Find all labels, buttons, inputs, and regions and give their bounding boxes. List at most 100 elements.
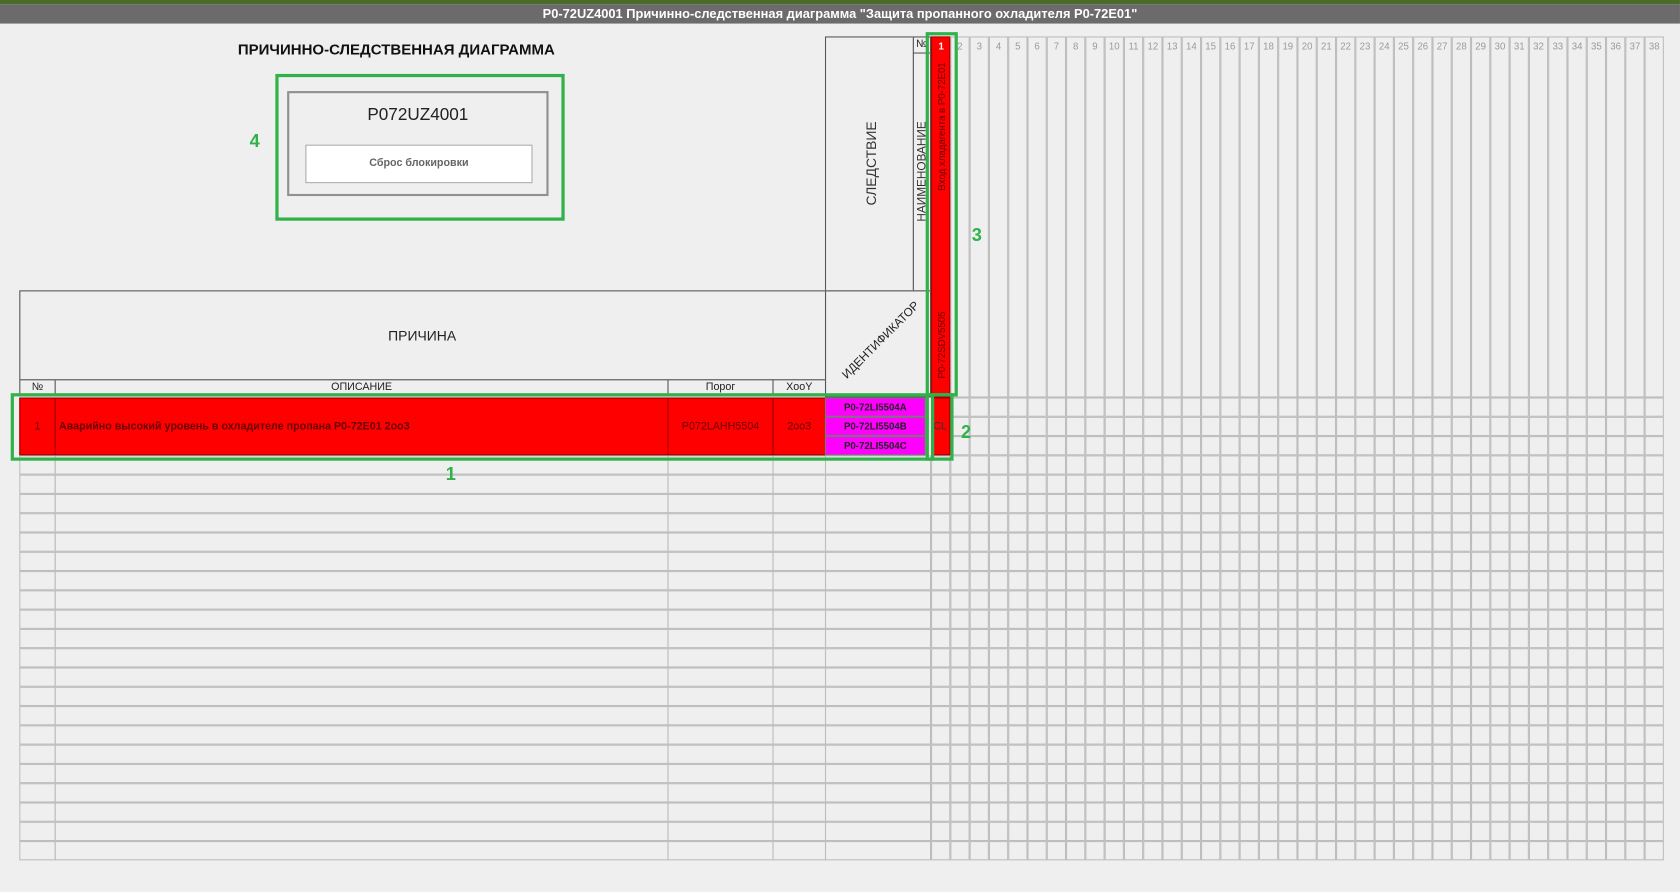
matrix-cell[interactable] [1239, 493, 1259, 514]
matrix-cell[interactable] [1451, 667, 1472, 687]
matrix-cell[interactable] [1085, 763, 1105, 784]
matrix-cell[interactable] [1201, 474, 1221, 494]
matrix-cell[interactable] [988, 841, 1009, 861]
effect-column-header-cell[interactable] [1528, 36, 1549, 398]
matrix-cell[interactable] [1201, 513, 1221, 533]
matrix-cell[interactable] [1181, 667, 1202, 687]
matrix-cell[interactable] [1123, 763, 1144, 784]
matrix-cell[interactable] [1567, 686, 1587, 707]
matrix-cell[interactable] [1567, 609, 1587, 629]
matrix-cell[interactable] [1297, 590, 1317, 610]
matrix-cell[interactable] [988, 513, 1009, 533]
matrix-cell[interactable] [1123, 590, 1144, 610]
matrix-cell[interactable] [1239, 397, 1259, 417]
matrix-cell[interactable] [1027, 841, 1047, 861]
matrix-cell[interactable] [1258, 590, 1279, 610]
matrix-cell[interactable] [969, 474, 989, 494]
matrix-cell[interactable] [1143, 397, 1163, 417]
matrix-cell[interactable] [1316, 783, 1337, 803]
matrix-cell[interactable] [1586, 455, 1607, 475]
matrix-cell[interactable] [1066, 551, 1086, 572]
matrix-cell[interactable] [1336, 571, 1356, 591]
matrix-cell[interactable] [1066, 436, 1086, 456]
matrix-cell[interactable] [1451, 493, 1472, 514]
matrix-cell[interactable] [950, 706, 970, 726]
matrix-cell[interactable] [988, 474, 1009, 494]
matrix-cell[interactable] [1143, 783, 1163, 803]
matrix-cell[interactable] [1509, 744, 1529, 764]
matrix-cell[interactable] [1355, 416, 1375, 437]
matrix-cell[interactable] [931, 686, 951, 707]
matrix-cell[interactable] [1548, 821, 1568, 842]
matrix-cell[interactable] [1143, 513, 1163, 533]
matrix-cell[interactable] [1374, 783, 1394, 803]
effect-column-header-cell[interactable] [969, 36, 989, 398]
matrix-cell[interactable] [1451, 416, 1472, 437]
matrix-cell[interactable] [1008, 474, 1028, 494]
matrix-cell[interactable] [1181, 397, 1202, 417]
matrix-cell[interactable] [1316, 628, 1337, 649]
matrix-cell[interactable] [1027, 628, 1047, 649]
matrix-cell[interactable] [1528, 436, 1549, 456]
matrix-cell[interactable] [1316, 667, 1337, 687]
matrix-cell[interactable] [1143, 474, 1163, 494]
matrix-cell[interactable] [1490, 648, 1510, 668]
matrix-cell[interactable] [1528, 667, 1549, 687]
matrix-cell[interactable] [1644, 436, 1664, 456]
matrix-cell[interactable] [1432, 590, 1452, 610]
matrix-cell[interactable] [1548, 648, 1568, 668]
matrix-cell[interactable] [1606, 609, 1626, 629]
matrix-cell[interactable] [1278, 841, 1298, 861]
matrix-cell[interactable] [1258, 609, 1279, 629]
matrix-cell[interactable] [1567, 474, 1587, 494]
matrix-cell[interactable] [1027, 763, 1047, 784]
matrix-cell[interactable] [1316, 493, 1337, 514]
matrix-cell[interactable] [1201, 706, 1221, 726]
effect-column-header-cell[interactable] [1162, 36, 1182, 398]
matrix-cell[interactable] [1490, 821, 1510, 842]
matrix-cell[interactable] [1085, 609, 1105, 629]
matrix-cell[interactable] [1123, 513, 1144, 533]
effect-column-header-cell[interactable] [1490, 36, 1510, 398]
matrix-cell[interactable] [1162, 648, 1182, 668]
matrix-cell[interactable] [1490, 590, 1510, 610]
matrix-cell[interactable] [1471, 397, 1491, 417]
matrix-cell[interactable] [1258, 455, 1279, 475]
matrix-cell[interactable] [1355, 744, 1375, 764]
matrix-cell[interactable] [1316, 744, 1337, 764]
matrix-cell[interactable] [988, 686, 1009, 707]
matrix-cell[interactable] [1548, 455, 1568, 475]
matrix-cell[interactable] [931, 571, 951, 591]
matrix-cell[interactable] [1008, 436, 1028, 456]
matrix-cell[interactable] [1162, 628, 1182, 649]
matrix-cell[interactable] [969, 763, 989, 784]
matrix-cell[interactable] [1046, 802, 1067, 822]
matrix-cell[interactable] [988, 628, 1009, 649]
matrix-cell[interactable] [1046, 763, 1067, 784]
matrix-cell[interactable] [1316, 763, 1337, 784]
matrix-cell[interactable] [1008, 725, 1028, 745]
matrix-cell[interactable] [1104, 436, 1124, 456]
matrix-cell[interactable] [1374, 609, 1394, 629]
matrix-cell[interactable] [1393, 474, 1414, 494]
matrix-cell[interactable] [1123, 397, 1144, 417]
matrix-cell[interactable] [1297, 725, 1317, 745]
matrix-cell[interactable] [950, 783, 970, 803]
matrix-cell[interactable] [1432, 609, 1452, 629]
matrix-cell[interactable] [1181, 686, 1202, 707]
matrix-cell[interactable] [1586, 532, 1607, 552]
matrix-cell[interactable] [1220, 744, 1240, 764]
matrix-cell[interactable] [1066, 628, 1086, 649]
matrix-cell[interactable] [1644, 841, 1664, 861]
matrix-cell[interactable] [1509, 763, 1529, 784]
matrix-cell[interactable] [1316, 416, 1337, 437]
matrix-cell[interactable] [988, 571, 1009, 591]
matrix-cell[interactable] [1586, 436, 1607, 456]
matrix-cell[interactable] [950, 513, 970, 533]
matrix-cell[interactable] [1066, 532, 1086, 552]
matrix-cell[interactable] [1355, 706, 1375, 726]
matrix-cell[interactable] [1201, 667, 1221, 687]
matrix-cell[interactable] [1162, 706, 1182, 726]
matrix-cell[interactable] [1239, 667, 1259, 687]
matrix-cell[interactable] [1316, 571, 1337, 591]
